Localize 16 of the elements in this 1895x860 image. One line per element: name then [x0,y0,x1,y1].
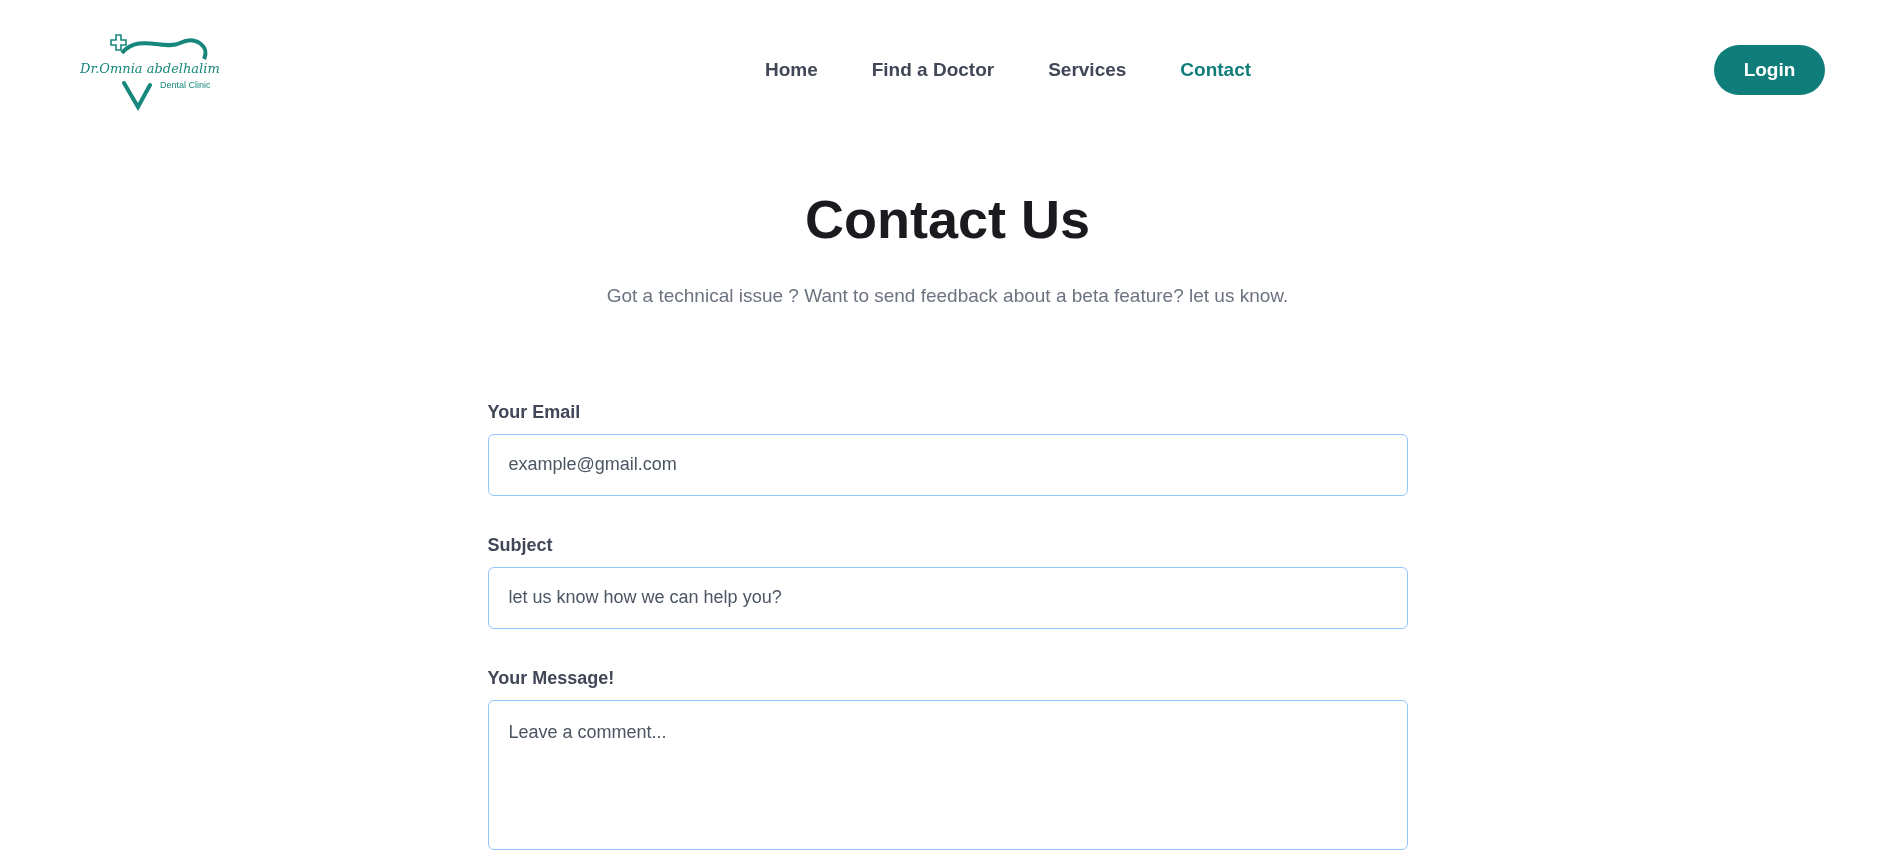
field-label: Your Email [487,400,582,424]
nav-link[interactable]: Services [1048,55,1127,85]
nav-link[interactable]: Find a Doctor [871,55,995,85]
field-label: Subject [487,533,554,557]
nav-link[interactable]: Home [764,55,818,85]
message-field[interactable]: Leave a comment... [487,699,1408,850]
field-label: Your Message! [487,666,616,690]
clinic-logo[interactable]: Dr.Omnia abdelhalim Dental Clinic [80,29,222,111]
page-heading: Contact Us [805,192,1090,246]
input-field[interactable]: let us know how we can help you? [487,566,1408,629]
logo-tagline: Dental Clinic [160,79,211,92]
logo-name: Dr.Omnia abdelhalim [80,60,220,78]
login-button[interactable]: Login [1714,45,1825,95]
input-field[interactable]: example@gmail.com [487,433,1408,496]
nav-link[interactable]: Contact [1180,55,1252,85]
page-subtitle: Got a technical issue ? Want to send feedback about a beta feature? let us know. [606,284,1289,308]
